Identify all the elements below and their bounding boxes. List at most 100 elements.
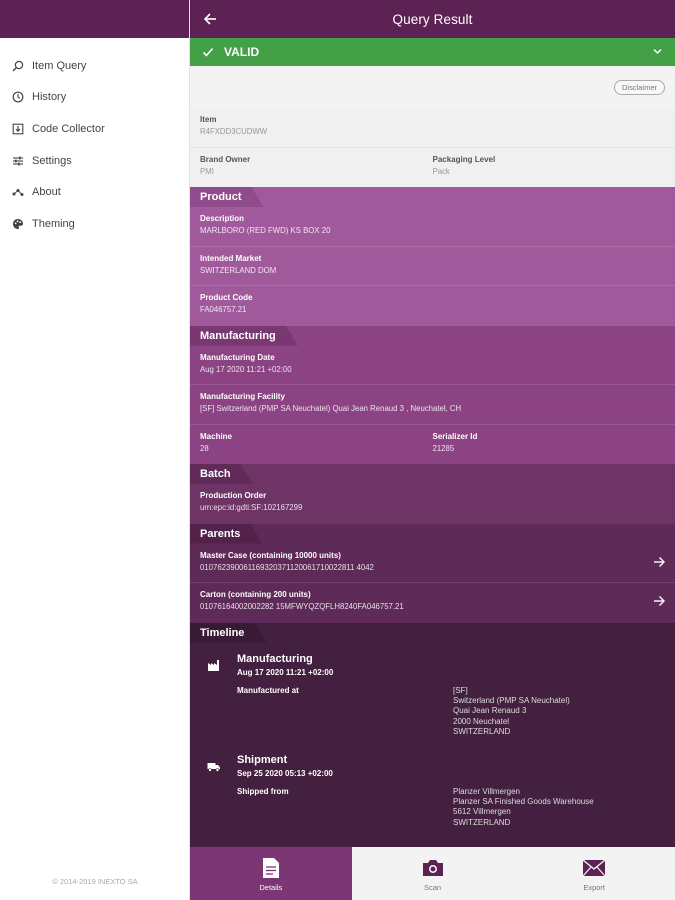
description-value: MARLBORO (RED FWD) KS BOX 20 [200, 226, 331, 235]
truck-icon [207, 760, 221, 774]
general-info-section: Item R4FXDD3CUDWW Brand Owner PMI Packag… [190, 108, 675, 187]
sidebar-item-code-collector[interactable]: Code Collector [0, 113, 189, 145]
address-line: Quai Jean Renaud 3 [453, 706, 527, 716]
production-order-value: urn:epc:id:gdti:SF:102167299 [200, 503, 303, 512]
address-line: Planzer SA Finished Goods Warehouse [453, 796, 594, 806]
sidebar-item-history[interactable]: History [0, 82, 189, 114]
sidebar-item-item-query[interactable]: Item Query [0, 50, 189, 82]
manufacturing-facility-value: [SF] Switzerland (PMP SA Neuchatel) Quai… [200, 404, 462, 413]
check-icon [202, 46, 214, 58]
description-row: Description MARLBORO (RED FWD) KS BOX 20 [190, 207, 675, 247]
sidebar-item-label: Item Query [32, 59, 87, 72]
product-section: Product Description MARLBORO (RED FWD) K… [190, 187, 675, 326]
timeline-event-date: Sep 25 2020 05:13 +02:00 [237, 768, 333, 778]
about-icon [11, 185, 25, 199]
address-line: SWITZERLAND [453, 727, 511, 737]
nav-export[interactable]: Export [513, 847, 675, 900]
copyright-text: © 2014-2019 INEXTO SA [52, 877, 138, 886]
manufacturing-section: Manufacturing Manufacturing Date Aug 17 … [190, 325, 675, 465]
timeline-event-date: Aug 17 2020 11:21 +02:00 [237, 667, 334, 677]
nav-details-label: Details [259, 883, 283, 892]
timeline-event-title: Manufacturing [237, 652, 313, 665]
serializer-id-value: 21285 [432, 443, 455, 453]
nav-scan[interactable]: Scan [352, 847, 514, 900]
brand-owner-label: Brand Owner [200, 154, 251, 164]
machine-value: 28 [200, 443, 209, 453]
section-header-timeline: Timeline [190, 623, 266, 643]
drawer-header [0, 0, 189, 38]
production-order-label: Production Order [200, 491, 267, 500]
manufacturing-facility-row: Manufacturing Facility [SF] Switzerland … [190, 385, 675, 425]
address-line: 5612 Villmergen [453, 807, 511, 817]
product-code-label: Product Code [200, 293, 253, 302]
code-collector-icon [11, 122, 25, 136]
palette-icon [11, 217, 25, 231]
sidebar-item-label: Theming [32, 217, 75, 230]
intended-market-value: SWITZERLAND DOM [200, 265, 277, 275]
sidebar-item-label: History [32, 91, 67, 104]
nav-export-label: Export [583, 883, 606, 892]
master-case-row[interactable]: Master Case (containing 10000 units) 010… [190, 544, 675, 583]
sidebar-item-about[interactable]: About [0, 176, 189, 208]
manufacturing-date-label: Manufacturing Date [200, 352, 275, 362]
owner-packaging-row: Brand Owner PMI Packaging Level Pack [190, 148, 675, 187]
document-icon [262, 855, 280, 881]
app-bar: Query Result [190, 0, 675, 38]
section-header-parents: Parents [190, 524, 262, 544]
timeline-detail-label: Shipped from [237, 786, 289, 796]
section-header-manufacturing: Manufacturing [190, 326, 298, 346]
back-arrow-icon[interactable] [200, 9, 220, 29]
settings-icon [11, 154, 25, 168]
history-icon [11, 90, 25, 104]
packaging-level-label: Packaging Level [432, 154, 496, 164]
manufacturing-date-row: Manufacturing Date Aug 17 2020 11:21 +02… [190, 346, 675, 385]
disclaimer-button[interactable]: Disclaimer [613, 80, 665, 95]
timeline-event: Shipment Sep 25 2020 05:13 +02:00 Shippe… [190, 754, 675, 829]
sidebar-item-label: Code Collector [32, 122, 105, 135]
batch-section: Batch Production Order urn:epc:id:gdti:S… [190, 464, 675, 524]
sidebar-item-theming[interactable]: Theming [0, 208, 189, 240]
timeline-event: Manufacturing Aug 17 2020 11:21 +02:00 M… [190, 653, 675, 738]
arrow-right-icon[interactable] [653, 595, 665, 607]
master-case-label: Master Case (containing 10000 units) [200, 550, 341, 560]
product-code-row: Product Code FA046757.21 [190, 286, 675, 326]
section-header-batch: Batch [190, 464, 253, 484]
nav-details[interactable]: Details [190, 847, 352, 900]
item-row: Item R4FXDD3CUDWW [190, 108, 675, 148]
carton-label: Carton (containing 200 units) [200, 590, 311, 599]
page-title: Query Result [392, 11, 473, 27]
bottom-navigation: Details Scan Export [190, 847, 675, 900]
section-header-product: Product [190, 187, 264, 207]
validity-banner[interactable]: VALID [190, 38, 675, 66]
timeline-section: Timeline Manufacturing Aug 17 2020 11:21… [190, 622, 675, 855]
address-line: [SF] [453, 685, 468, 695]
manufacturing-facility-label: Manufacturing Facility [200, 392, 285, 401]
master-case-value: 010762390061169320371120061710022811 404… [200, 562, 374, 572]
item-value: R4FXDD3CUDWW [200, 127, 268, 136]
address-line: 2000 Neuchatel [453, 716, 510, 726]
parents-section: Parents Master Case (containing 10000 un… [190, 523, 675, 623]
brand-owner-value: PMI [200, 166, 214, 176]
envelope-icon [582, 855, 606, 881]
address-line: SWITZERLAND [453, 817, 511, 827]
timeline-address: Planzer Villmergen Planzer SA Finished G… [453, 787, 594, 829]
arrow-right-icon[interactable] [653, 556, 665, 568]
sidebar-item-settings[interactable]: Settings [0, 145, 189, 177]
navigation-drawer: Item Query History Code Collector Settin… [0, 0, 190, 900]
carton-value: 01076164002002282 15MFWYQZQFLH8240FA0467… [200, 602, 404, 611]
item-label: Item [200, 115, 217, 124]
machine-serializer-row: Machine 28 Serializer Id 21285 [190, 425, 675, 465]
description-label: Description [200, 214, 245, 223]
timeline-address: [SF] Switzerland (PMP SA Neuchatel) Quai… [453, 686, 570, 738]
factory-icon [207, 659, 221, 673]
sidebar-item-label: About [32, 186, 61, 199]
address-line: Switzerland (PMP SA Neuchatel) [453, 695, 570, 705]
disclaimer-row: Disclaimer [190, 66, 675, 108]
machine-label: Machine [200, 431, 233, 441]
camera-icon [422, 855, 444, 881]
packaging-level-value: Pack [432, 166, 450, 176]
carton-row[interactable]: Carton (containing 200 units) 0107616400… [190, 583, 675, 623]
sidebar-item-label: Settings [32, 154, 72, 167]
timeline-detail-label: Manufactured at [237, 685, 299, 695]
intended-market-row: Intended Market SWITZERLAND DOM [190, 247, 675, 286]
